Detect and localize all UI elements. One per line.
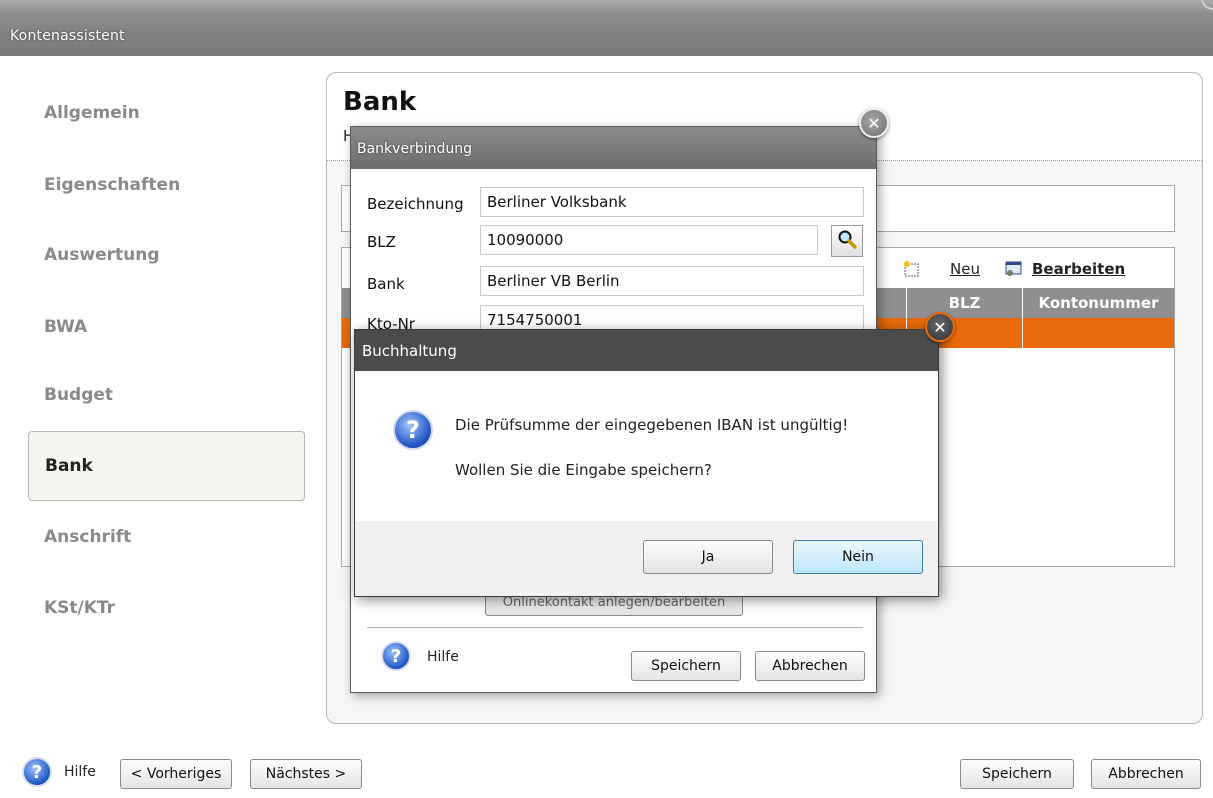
grid-edit-button[interactable]: Bearbeiten xyxy=(1032,260,1125,278)
next-button[interactable]: Nächstes > xyxy=(250,759,362,789)
previous-button[interactable]: < Vorheriges xyxy=(120,759,232,789)
buchhaltung-dialog: Buchhaltung ? Die Prüfsumme der eingegeb… xyxy=(354,329,939,597)
close-icon[interactable]: ✕ xyxy=(925,312,955,342)
cancel-button[interactable]: Abbrechen xyxy=(1091,759,1201,789)
sidebar-item-eigenschaften[interactable]: Eigenschaften xyxy=(28,150,305,220)
sidebar-nav: Allgemein Eigenschaften Auswertung BWA B… xyxy=(0,56,320,726)
message-line-2: Wollen Sie die Eingabe speichern? xyxy=(455,461,712,479)
sidebar-item-label: Allgemein xyxy=(44,103,140,123)
footer-bar: ? Hilfe < Vorheriges Nächstes > Speicher… xyxy=(0,735,1213,798)
sidebar-item-label: Anschrift xyxy=(44,527,132,547)
column-header-kontonummer[interactable]: Kontonummer xyxy=(1022,288,1174,318)
grid-new-button[interactable]: Neu xyxy=(950,260,980,278)
help-icon[interactable]: ? xyxy=(22,757,52,787)
sidebar-item-label: Eigenschaften xyxy=(44,175,181,195)
bezeichnung-input[interactable]: Berliner Volksbank xyxy=(480,187,864,217)
sidebar-item-auswertung[interactable]: Auswertung xyxy=(28,220,305,290)
dialog-divider xyxy=(367,627,863,628)
save-button[interactable]: Speichern xyxy=(960,759,1074,789)
dialog-cancel-button[interactable]: Abbrechen xyxy=(755,651,865,681)
sidebar-item-budget[interactable]: Budget xyxy=(28,360,305,430)
window-corner-control[interactable] xyxy=(1201,0,1213,10)
edit-icon[interactable] xyxy=(1004,260,1024,278)
help-icon[interactable]: ? xyxy=(381,641,411,671)
sidebar-item-bank[interactable]: Bank xyxy=(28,431,305,501)
blz-search-button[interactable] xyxy=(831,225,863,257)
sidebar-item-allgemein[interactable]: Allgemein xyxy=(28,78,305,148)
window-title: Kontenassistent xyxy=(10,28,125,44)
window-titlebar: Kontenassistent xyxy=(0,0,1213,56)
no-button[interactable]: Nein xyxy=(793,540,923,574)
sidebar-item-label: Bank xyxy=(45,456,93,476)
footer-help-label[interactable]: Hilfe xyxy=(64,764,96,780)
column-header-blz[interactable]: BLZ xyxy=(906,288,1022,318)
grid-toolbar: Neu Bearbeiten xyxy=(902,256,1172,282)
sidebar-item-label: Budget xyxy=(44,385,114,405)
sidebar-item-label: KSt/KTr xyxy=(44,598,116,618)
page-title: Bank xyxy=(343,87,417,117)
sidebar-item-bwa[interactable]: BWA xyxy=(28,292,305,362)
bank-label: Bank xyxy=(367,275,405,293)
bank-input[interactable]: Berliner VB Berlin xyxy=(480,266,864,296)
yes-button[interactable]: Ja xyxy=(643,540,773,574)
blz-label: BLZ xyxy=(367,233,396,251)
sidebar-item-label: Auswertung xyxy=(44,245,160,265)
dialog-title: Bankverbindung xyxy=(351,127,876,169)
new-document-icon[interactable] xyxy=(902,260,922,278)
bezeichnung-label: Bezeichnung xyxy=(367,195,464,213)
close-icon[interactable]: ✕ xyxy=(859,108,889,138)
sidebar-item-anschrift[interactable]: Anschrift xyxy=(28,502,305,572)
dialog-help-label[interactable]: Hilfe xyxy=(427,649,459,665)
search-icon xyxy=(837,229,857,253)
table-cell xyxy=(1022,318,1174,348)
sidebar-item-kst-ktr[interactable]: KSt/KTr xyxy=(28,573,305,643)
dialog-footer: Ja Nein xyxy=(355,521,938,596)
dialog-save-button[interactable]: Speichern xyxy=(631,651,741,681)
dialog-title: Buchhaltung xyxy=(355,330,938,371)
message-line-1: Die Prüfsumme der eingegebenen IBAN ist … xyxy=(455,416,849,434)
question-icon: ? xyxy=(393,410,433,450)
blz-input[interactable]: 10090000 xyxy=(480,225,818,255)
sidebar-item-label: BWA xyxy=(44,317,88,337)
